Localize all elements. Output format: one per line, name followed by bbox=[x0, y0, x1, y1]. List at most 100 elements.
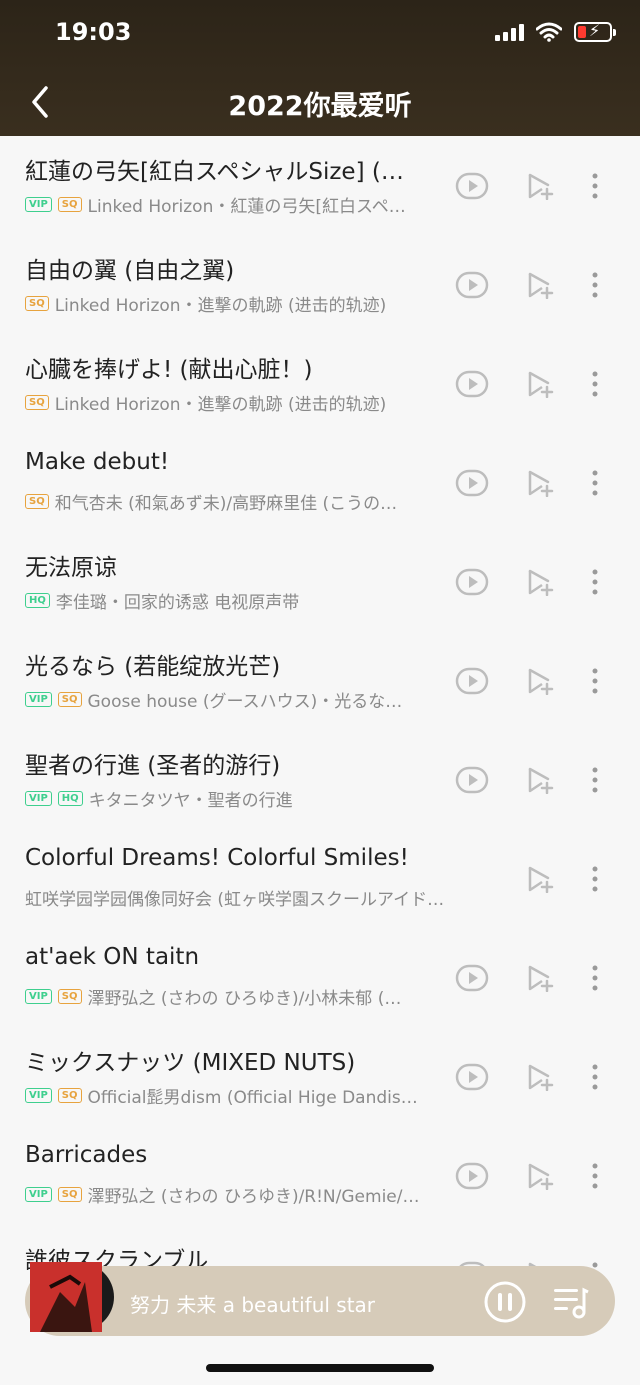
song-title: 心臓を捧げよ! (献出心脏！) bbox=[25, 357, 313, 383]
song-artist-album: Official髭男dism (Official Hige Dandis… bbox=[87, 1087, 418, 1108]
song-row[interactable]: 紅蓮の弓矢[紅白スペシャルSize] (… VIP SQ Linked Horizon… bbox=[0, 136, 640, 235]
song-title: at'aek ON taitn bbox=[25, 944, 200, 970]
video-icon[interactable] bbox=[452, 463, 492, 503]
sq-badge: SQ bbox=[25, 394, 49, 410]
more-options-icon[interactable] bbox=[575, 958, 615, 998]
sq-badge: SQ bbox=[57, 196, 82, 212]
vip-badge: VIP bbox=[25, 1186, 52, 1202]
hq-badge: HQ bbox=[57, 790, 83, 806]
song-title: 无法原谅 bbox=[25, 555, 117, 581]
song-artist-album: Linked Horizon・進撃の軌跡 (进击的轨迹) bbox=[54, 394, 387, 415]
song-title: Barricades bbox=[25, 1142, 148, 1168]
status-bar: 19:03 ⚡ bbox=[0, 0, 640, 70]
song-row[interactable]: ミックスナッツ (MIXED NUTS) VIP SQ Official髭男dism … bbox=[0, 1027, 640, 1126]
song-meta: SQ Linked Horizon・進撃の軌跡 (进击的轨迹) bbox=[25, 390, 445, 414]
home-indicator bbox=[206, 1364, 434, 1372]
song-meta: VIP SQ Linked Horizon・紅蓮の弓矢[紅白スペ… bbox=[25, 192, 445, 216]
song-row[interactable]: at'aek ON taitn VIP SQ 澤野弘之 (さわの ひろゆき)/小林未郁… bbox=[0, 928, 640, 1027]
song-artist-album: Linked Horizon・進撃の軌跡 (进击的轨迹) bbox=[54, 295, 387, 316]
header: 19:03 ⚡ 2022你最爱听 bbox=[0, 0, 640, 136]
song-row[interactable]: 无法原谅 HQ 李佳璐・回家的诱惑 电视原声带 bbox=[0, 532, 640, 631]
song-row[interactable]: 光るなら (若能绽放光芒) VIP SQ Goose house (グースハウス)・光… bbox=[0, 631, 640, 730]
song-row[interactable]: 自由の翼 (自由之翼) SQ Linked Horizon・進撃の軌跡 (进击的轨迹… bbox=[0, 235, 640, 334]
video-icon[interactable] bbox=[452, 1156, 492, 1196]
song-meta: VIP SQ Official髭男dism (Official Hige Dandi… bbox=[25, 1083, 445, 1107]
more-options-icon[interactable] bbox=[575, 859, 615, 899]
more-options-icon[interactable] bbox=[575, 364, 615, 404]
vip-badge: VIP bbox=[25, 691, 52, 707]
song-title: 聖者の行進 (圣者的游行) bbox=[25, 753, 281, 779]
sq-badge: SQ bbox=[57, 988, 82, 1004]
vip-badge: VIP bbox=[25, 790, 52, 806]
song-artist-album: 澤野弘之 (さわの ひろゆき)/小林未郁 (… bbox=[87, 988, 402, 1009]
video-icon[interactable] bbox=[452, 1057, 492, 1097]
add-to-playlist-icon[interactable] bbox=[520, 1057, 560, 1097]
song-row[interactable]: Make debut! SQ 和气杏未 (和氣あず未)/高野麻里佳 (こうの… bbox=[0, 433, 640, 532]
sq-badge: SQ bbox=[57, 1186, 82, 1202]
add-to-playlist-icon[interactable] bbox=[520, 364, 560, 404]
now-playing-title[interactable]: 努力 未来 a beautiful star bbox=[130, 1289, 460, 1318]
more-options-icon[interactable] bbox=[575, 166, 615, 206]
album-cover[interactable] bbox=[30, 1262, 114, 1332]
more-options-icon[interactable] bbox=[575, 1156, 615, 1196]
song-row[interactable]: 心臓を捧げよ! (献出心脏！) SQ Linked Horizon・進撃の軌跡 (进… bbox=[0, 334, 640, 433]
song-meta: HQ 李佳璐・回家的诱惑 电视原声带 bbox=[25, 588, 445, 612]
song-title: 自由の翼 (自由之翼) bbox=[25, 258, 235, 284]
song-meta: 虹咲学园学园偶像同好会 (虹ヶ咲学園スクールアイド… bbox=[25, 885, 445, 910]
nav-bar: 2022你最爱听 bbox=[0, 70, 640, 136]
more-options-icon[interactable] bbox=[575, 760, 615, 800]
song-artist-album: キタニタツヤ・聖者の行進 bbox=[88, 790, 293, 811]
vip-badge: VIP bbox=[25, 196, 52, 212]
video-icon[interactable] bbox=[452, 166, 492, 206]
signal-icon bbox=[495, 23, 524, 41]
add-to-playlist-icon[interactable] bbox=[520, 859, 560, 899]
sq-badge: SQ bbox=[25, 493, 49, 509]
add-to-playlist-icon[interactable] bbox=[520, 958, 560, 998]
song-meta: VIP SQ 澤野弘之 (さわの ひろゆき)/小林未郁 (… bbox=[25, 984, 445, 1008]
add-to-playlist-icon[interactable] bbox=[520, 1156, 560, 1196]
add-to-playlist-icon[interactable] bbox=[520, 562, 560, 602]
vip-badge: VIP bbox=[25, 1087, 52, 1103]
video-icon[interactable] bbox=[452, 562, 492, 602]
status-time: 19:03 bbox=[55, 18, 132, 46]
more-options-icon[interactable] bbox=[575, 1057, 615, 1097]
add-to-playlist-icon[interactable] bbox=[520, 166, 560, 206]
more-options-icon[interactable] bbox=[575, 562, 615, 602]
add-to-playlist-icon[interactable] bbox=[520, 265, 560, 305]
song-artist-album: 澤野弘之 (さわの ひろゆき)/R!N/Gemie/… bbox=[87, 1186, 420, 1207]
video-icon[interactable] bbox=[452, 661, 492, 701]
page-title: 2022你最爱听 bbox=[228, 91, 412, 122]
wifi-icon bbox=[536, 22, 562, 42]
song-meta: VIP SQ 澤野弘之 (さわの ひろゆき)/R!N/Gemie/… bbox=[25, 1182, 445, 1206]
song-row[interactable]: Colorful Dreams! Colorful Smiles! 虹咲学园学园偶… bbox=[0, 829, 640, 928]
more-options-icon[interactable] bbox=[575, 463, 615, 503]
add-to-playlist-icon[interactable] bbox=[520, 661, 560, 701]
song-artist-album: Linked Horizon・紅蓮の弓矢[紅白スペ… bbox=[87, 196, 406, 217]
song-title: Make debut! bbox=[25, 449, 170, 475]
playlist-icon[interactable] bbox=[552, 1284, 590, 1320]
add-to-playlist-icon[interactable] bbox=[520, 760, 560, 800]
song-artist-album: 和气杏未 (和氣あず未)/高野麻里佳 (こうの… bbox=[54, 493, 398, 514]
song-meta: SQ Linked Horizon・進撃の軌跡 (进击的轨迹) bbox=[25, 291, 445, 315]
song-row[interactable]: Barricades VIP SQ 澤野弘之 (さわの ひろゆき)/R!N/Gemie… bbox=[0, 1126, 640, 1225]
status-icons: ⚡ bbox=[495, 21, 616, 42]
more-options-icon[interactable] bbox=[575, 661, 615, 701]
song-artist-album: 李佳璐・回家的诱惑 电视原声带 bbox=[55, 592, 300, 613]
song-title: ミックスナッツ (MIXED NUTS) bbox=[25, 1050, 356, 1076]
song-title: Colorful Dreams! Colorful Smiles! bbox=[25, 845, 409, 871]
add-to-playlist-icon[interactable] bbox=[520, 463, 560, 503]
video-icon[interactable] bbox=[452, 265, 492, 305]
sq-badge: SQ bbox=[57, 1087, 82, 1103]
pause-icon[interactable] bbox=[483, 1280, 527, 1324]
sq-badge: SQ bbox=[25, 295, 49, 311]
song-row[interactable]: 聖者の行進 (圣者的游行) VIP HQ キタニタツヤ・聖者の行進 bbox=[0, 730, 640, 829]
video-icon[interactable] bbox=[452, 958, 492, 998]
song-meta: SQ 和气杏未 (和氣あず未)/高野麻里佳 (こうの… bbox=[25, 489, 445, 513]
more-options-icon[interactable] bbox=[575, 265, 615, 305]
hq-badge: HQ bbox=[25, 592, 50, 608]
video-icon[interactable] bbox=[452, 760, 492, 800]
song-artist-album: 虹咲学园学园偶像同好会 (虹ヶ咲学園スクールアイド… bbox=[25, 889, 445, 910]
video-icon[interactable] bbox=[452, 364, 492, 404]
song-meta: VIP HQ キタニタツヤ・聖者の行進 bbox=[25, 786, 445, 810]
song-meta: VIP SQ Goose house (グースハウス)・光るな… bbox=[25, 687, 445, 711]
